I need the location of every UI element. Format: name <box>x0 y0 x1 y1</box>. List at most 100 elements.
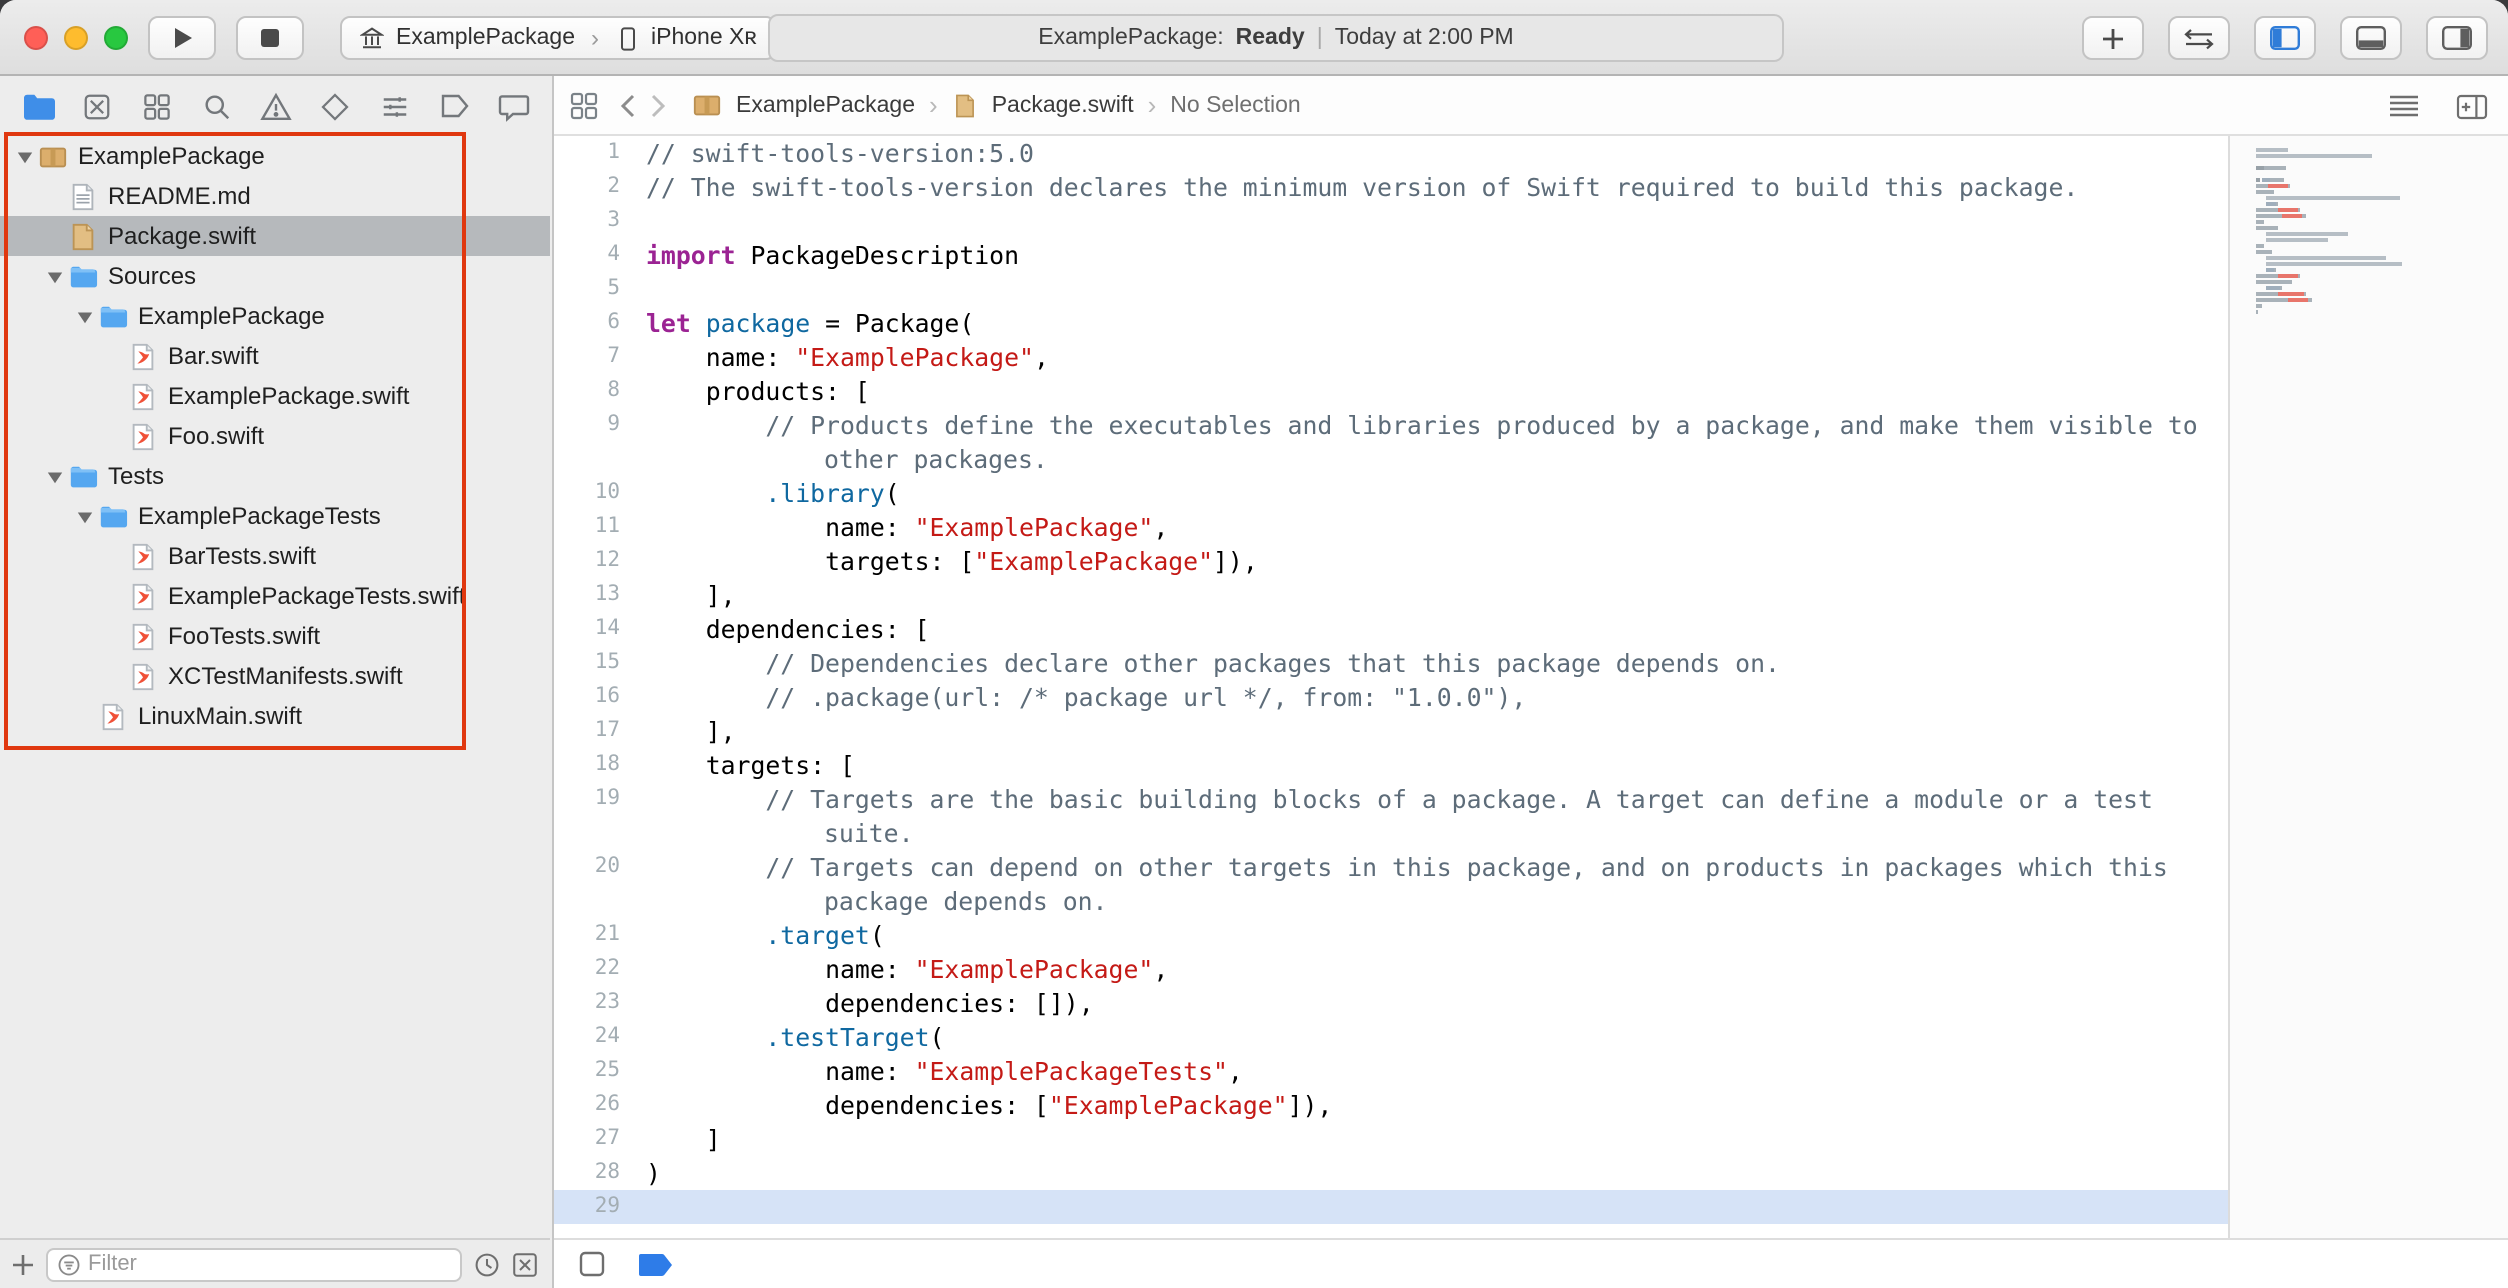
line-number[interactable]: 18 <box>554 748 646 782</box>
code-line-9[interactable]: 9 // Products define the executables and… <box>554 408 2228 476</box>
code-line-1[interactable]: 1// swift-tools-version:5.0 <box>554 136 2228 170</box>
line-number[interactable]: 29 <box>554 1190 646 1224</box>
code-line-27[interactable]: 27 ] <box>554 1122 2228 1156</box>
add-library-button[interactable] <box>2082 16 2144 60</box>
navigator-tab-reports[interactable] <box>494 86 534 126</box>
add-editor-button[interactable] <box>2456 93 2488 119</box>
breadcrumb-project[interactable]: ExamplePackage <box>736 93 915 117</box>
code-line-15[interactable]: 15 // Dependencies declare other package… <box>554 646 2228 680</box>
line-number[interactable]: 21 <box>554 918 646 952</box>
scheme-selector[interactable]: ExamplePackage › iPhone Xʀ <box>340 16 777 60</box>
code-line-5[interactable]: 5 <box>554 272 2228 306</box>
navigator-tab-project[interactable] <box>18 86 58 126</box>
line-number[interactable]: 15 <box>554 646 646 680</box>
disclosure-triangle-icon[interactable] <box>72 307 98 325</box>
close-window-button[interactable] <box>24 26 48 50</box>
tree-item-bar-swift[interactable]: Bar.swift <box>0 336 550 376</box>
line-number[interactable]: 17 <box>554 714 646 748</box>
line-number[interactable]: 2 <box>554 170 646 204</box>
code-line-2[interactable]: 2// The swift-tools-version declares the… <box>554 170 2228 204</box>
line-number[interactable]: 12 <box>554 544 646 578</box>
minimap[interactable] <box>2228 136 2508 1238</box>
line-number[interactable]: 19 <box>554 782 646 850</box>
breakpoints-toggle-button[interactable] <box>638 1251 674 1277</box>
code-line-24[interactable]: 24 .testTarget( <box>554 1020 2228 1054</box>
line-number[interactable]: 23 <box>554 986 646 1020</box>
breadcrumb-selection[interactable]: No Selection <box>1170 93 1300 117</box>
line-number[interactable]: 9 <box>554 408 646 476</box>
disclosure-triangle-icon[interactable] <box>42 467 68 485</box>
navigator-tab-breakpoints[interactable] <box>435 86 475 126</box>
adjust-editor-button[interactable] <box>578 1250 606 1278</box>
line-number[interactable]: 7 <box>554 340 646 374</box>
forward-button[interactable] <box>650 93 666 117</box>
code-line-26[interactable]: 26 dependencies: ["ExamplePackage"]), <box>554 1088 2228 1122</box>
disclosure-triangle-icon[interactable] <box>12 147 38 165</box>
code-line-6[interactable]: 6let package = Package( <box>554 306 2228 340</box>
line-number[interactable]: 26 <box>554 1088 646 1122</box>
line-number[interactable]: 13 <box>554 578 646 612</box>
code-line-23[interactable]: 23 dependencies: []), <box>554 986 2228 1020</box>
code-line-10[interactable]: 10 .library( <box>554 476 2228 510</box>
tree-item-examplepackage[interactable]: ExamplePackage <box>0 136 550 176</box>
code-line-17[interactable]: 17 ], <box>554 714 2228 748</box>
tree-item-xctestmanifests-swift[interactable]: XCTestManifests.swift <box>0 656 550 696</box>
navigator-tab-symbols[interactable] <box>137 86 177 126</box>
source-control-filter-button[interactable] <box>512 1251 538 1277</box>
line-number[interactable]: 5 <box>554 272 646 306</box>
line-number[interactable]: 8 <box>554 374 646 408</box>
minimize-window-button[interactable] <box>64 26 88 50</box>
toggle-navigator-button[interactable] <box>2254 16 2316 60</box>
disclosure-triangle-icon[interactable] <box>42 267 68 285</box>
code-line-7[interactable]: 7 name: "ExamplePackage", <box>554 340 2228 374</box>
toggle-inspector-button[interactable] <box>2426 16 2488 60</box>
line-number[interactable]: 24 <box>554 1020 646 1054</box>
source-editor[interactable]: 1// swift-tools-version:5.02// The swift… <box>554 136 2228 1238</box>
line-number[interactable]: 28 <box>554 1156 646 1190</box>
run-button[interactable] <box>148 16 216 60</box>
line-number[interactable]: 16 <box>554 680 646 714</box>
code-line-4[interactable]: 4import PackageDescription <box>554 238 2228 272</box>
filter-add-button[interactable] <box>12 1253 34 1275</box>
tree-item-examplepackage[interactable]: ExamplePackage <box>0 296 550 336</box>
tree-item-tests[interactable]: Tests <box>0 456 550 496</box>
code-line-3[interactable]: 3 <box>554 204 2228 238</box>
code-line-28[interactable]: 28) <box>554 1156 2228 1190</box>
tree-item-package-swift[interactable]: Package.swift <box>0 216 550 256</box>
breadcrumb-file[interactable]: Package.swift <box>992 93 1134 117</box>
line-number[interactable]: 10 <box>554 476 646 510</box>
tree-item-readme-md[interactable]: README.md <box>0 176 550 216</box>
editor-swap-button[interactable] <box>2168 16 2230 60</box>
disclosure-triangle-icon[interactable] <box>72 507 98 525</box>
tree-item-examplepackage-swift[interactable]: ExamplePackage.swift <box>0 376 550 416</box>
filter-input[interactable]: Filter <box>46 1247 462 1281</box>
code-line-13[interactable]: 13 ], <box>554 578 2228 612</box>
zoom-window-button[interactable] <box>104 26 128 50</box>
line-number[interactable]: 20 <box>554 850 646 918</box>
back-button[interactable] <box>620 93 636 117</box>
tree-item-examplepackagetests[interactable]: ExamplePackageTests <box>0 496 550 536</box>
code-line-18[interactable]: 18 targets: [ <box>554 748 2228 782</box>
code-line-16[interactable]: 16 // .package(url: /* package url */, f… <box>554 680 2228 714</box>
code-line-25[interactable]: 25 name: "ExamplePackageTests", <box>554 1054 2228 1088</box>
toggle-debug-area-button[interactable] <box>2340 16 2402 60</box>
code-line-22[interactable]: 22 name: "ExamplePackage", <box>554 952 2228 986</box>
code-line-8[interactable]: 8 products: [ <box>554 374 2228 408</box>
code-line-19[interactable]: 19 // Targets are the basic building blo… <box>554 782 2228 850</box>
line-number[interactable]: 11 <box>554 510 646 544</box>
navigator-tab-issues[interactable] <box>256 86 296 126</box>
line-number[interactable]: 6 <box>554 306 646 340</box>
tree-item-linuxmain-swift[interactable]: LinuxMain.swift <box>0 696 550 736</box>
recent-files-clock-button[interactable] <box>474 1251 500 1277</box>
navigator-tab-debug[interactable] <box>375 86 415 126</box>
navigator-tab-tests[interactable] <box>316 86 356 126</box>
navigator-tab-source-control[interactable] <box>78 86 118 126</box>
line-number[interactable]: 4 <box>554 238 646 272</box>
code-line-29[interactable]: 29 <box>554 1190 2228 1224</box>
line-number[interactable]: 1 <box>554 136 646 170</box>
code-line-14[interactable]: 14 dependencies: [ <box>554 612 2228 646</box>
stop-button[interactable] <box>236 16 304 60</box>
line-number[interactable]: 27 <box>554 1122 646 1156</box>
line-number[interactable]: 22 <box>554 952 646 986</box>
line-number[interactable]: 25 <box>554 1054 646 1088</box>
